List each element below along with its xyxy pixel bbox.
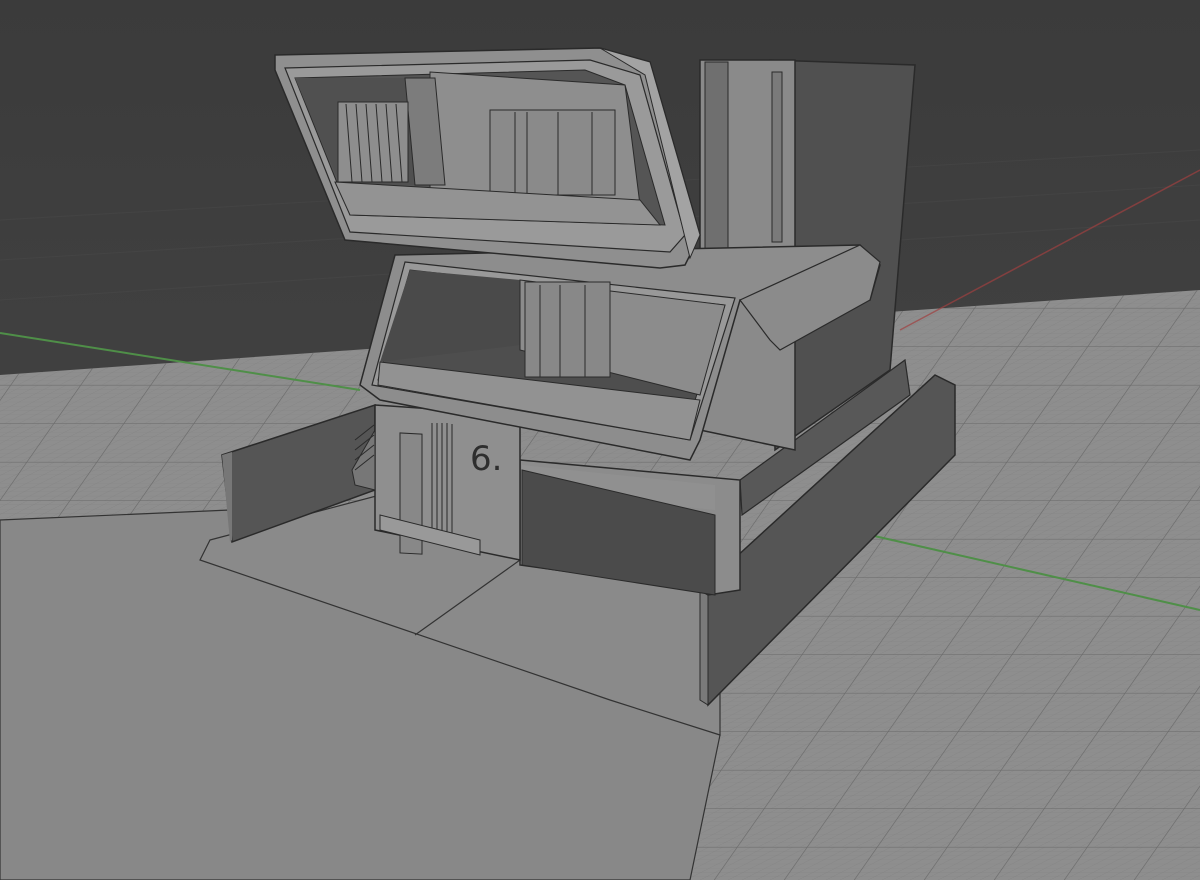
top-floor-window	[489, 109, 616, 196]
first-floor-window	[524, 281, 611, 378]
3d-viewport[interactable]: 6.	[0, 0, 1200, 880]
house-number: 6.	[470, 439, 502, 479]
viewport-canvas[interactable]: 6.	[0, 0, 1200, 880]
tower-slit-window	[771, 71, 783, 243]
top-floor-slats	[337, 101, 409, 183]
